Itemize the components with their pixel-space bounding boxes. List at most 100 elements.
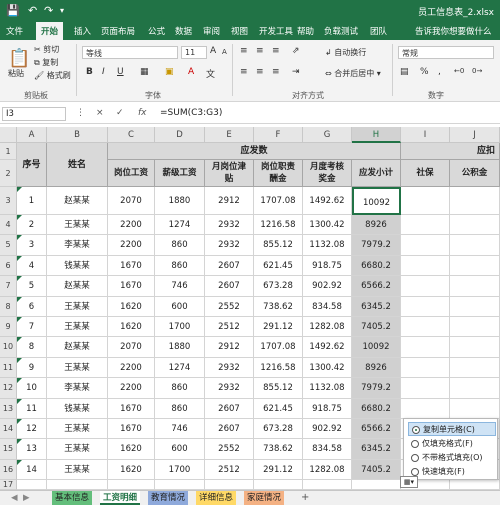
copy-cells-option[interactable]: 复制单元格(C) (408, 422, 496, 436)
data-cell[interactable] (401, 255, 450, 277)
row-header[interactable]: 11 (0, 357, 17, 379)
cancel-icon[interactable]: × (96, 108, 104, 118)
underline-button[interactable]: U (117, 67, 124, 77)
font-color-icon[interactable]: A (188, 67, 194, 77)
italic-button[interactable]: I (102, 67, 105, 77)
align-right-icon[interactable]: ≡ (272, 67, 280, 77)
column-header-e[interactable]: E (205, 127, 254, 143)
data-cell[interactable]: 2512 (205, 459, 254, 481)
data-cell[interactable]: 746 (155, 419, 205, 440)
bottom-align-icon[interactable]: ≡ (272, 46, 280, 56)
data-cell[interactable] (401, 215, 450, 236)
data-cell[interactable]: 1670 (108, 398, 155, 419)
data-cell[interactable]: 291.12 (254, 317, 303, 338)
increase-decimal-icon[interactable]: ←0 (454, 67, 464, 75)
data-cell[interactable]: 860 (155, 235, 205, 256)
row-header[interactable]: 4 (0, 215, 17, 236)
row-header[interactable]: 1 (0, 143, 17, 160)
data-cell[interactable]: 1707.08 (254, 337, 303, 358)
row-header[interactable]: 13 (0, 398, 17, 419)
formula-input[interactable]: =SUM(C3:G3) (160, 108, 222, 118)
data-cell[interactable]: 2552 (205, 439, 254, 460)
tab-page-layout[interactable]: 页面布局 (101, 25, 135, 37)
enter-icon[interactable]: ✓ (116, 108, 124, 118)
data-cell[interactable]: 2070 (108, 187, 155, 215)
data-cell[interactable]: 1670 (108, 419, 155, 440)
subtotal-cell[interactable]: 8926 (352, 357, 401, 379)
data-cell[interactable]: 621.45 (254, 255, 303, 277)
data-cell[interactable]: 赵某某 (47, 187, 108, 215)
subtotal-cell[interactable]: 6680.2 (352, 398, 401, 419)
data-cell[interactable]: 王某某 (47, 419, 108, 440)
row-header[interactable]: 14 (0, 419, 17, 440)
data-cell[interactable]: 1282.08 (303, 317, 352, 338)
data-cell[interactable]: 1300.42 (303, 357, 352, 379)
data-cell[interactable]: 2607 (205, 255, 254, 277)
data-cell[interactable] (401, 296, 450, 317)
data-cell[interactable]: 1620 (108, 296, 155, 317)
column-header-f[interactable]: F (254, 127, 303, 143)
subtotal-cell[interactable]: 6566.2 (352, 276, 401, 297)
data-cell[interactable]: 1132.08 (303, 378, 352, 399)
empty-cell[interactable] (108, 480, 155, 490)
data-cell[interactable] (450, 255, 500, 277)
data-cell[interactable]: 738.62 (254, 439, 303, 460)
subtotal-cell[interactable]: 6566.2 (352, 419, 401, 440)
sheet-tab-details[interactable]: 详细信息 (196, 491, 237, 505)
data-cell[interactable]: 2912 (205, 187, 254, 215)
data-cell[interactable] (450, 398, 500, 419)
font-size-dropdown[interactable]: 11 (181, 46, 207, 59)
data-cell[interactable] (450, 317, 500, 338)
empty-cell[interactable] (303, 480, 352, 490)
data-cell[interactable] (401, 337, 450, 358)
sheet-tab-salary[interactable]: 工资明细 (100, 491, 141, 505)
row-header[interactable]: 7 (0, 276, 17, 297)
tab-help[interactable]: 帮助 (297, 25, 314, 37)
tab-view[interactable]: 视图 (231, 25, 248, 37)
subtotal-cell[interactable]: 7979.2 (352, 378, 401, 399)
data-cell[interactable]: 600 (155, 296, 205, 317)
column-header-i[interactable]: I (401, 127, 450, 143)
data-cell[interactable] (450, 378, 500, 399)
column-header-j[interactable]: J (450, 127, 500, 143)
sheet-tab-education[interactable]: 教育情况 (148, 491, 189, 505)
subtotal-cell[interactable]: 6345.2 (352, 296, 401, 317)
data-cell[interactable]: 2200 (108, 215, 155, 236)
data-cell[interactable]: 李某某 (47, 378, 108, 399)
middle-align-icon[interactable]: ≡ (256, 46, 264, 56)
format-painter-button[interactable]: 🖌 格式刷 (34, 70, 71, 81)
grow-font-button[interactable]: A (210, 46, 216, 56)
paste-icon[interactable]: 📋 (8, 48, 30, 69)
row-header[interactable]: 10 (0, 337, 17, 358)
prev-sheet-icon[interactable]: ◀ (8, 491, 21, 505)
tab-developer[interactable]: 开发工具 (259, 25, 293, 37)
data-cell[interactable]: 王某某 (47, 439, 108, 460)
tab-insert[interactable]: 插入 (74, 25, 91, 37)
fill-formatting-only-option[interactable]: 仅填充格式(F) (408, 437, 496, 451)
tab-home[interactable]: 开始 (36, 22, 64, 40)
data-cell[interactable]: 621.45 (254, 398, 303, 419)
shrink-font-button[interactable]: A (222, 48, 227, 56)
redo-icon[interactable]: ↷ (44, 4, 53, 17)
data-cell[interactable]: 1880 (155, 337, 205, 358)
data-cell[interactable]: 王某某 (47, 317, 108, 338)
data-cell[interactable]: 673.28 (254, 276, 303, 297)
data-cell[interactable]: 902.92 (303, 276, 352, 297)
percent-button[interactable]: % (420, 67, 429, 77)
row-header[interactable]: 12 (0, 378, 17, 399)
data-cell[interactable]: 1492.62 (303, 337, 352, 358)
row-header[interactable]: 6 (0, 255, 17, 277)
subtotal-cell[interactable]: 8926 (352, 215, 401, 236)
data-cell[interactable]: 2932 (205, 378, 254, 399)
data-cell[interactable] (450, 215, 500, 236)
data-cell[interactable]: 2932 (205, 235, 254, 256)
data-cell[interactable]: 855.12 (254, 235, 303, 256)
data-cell[interactable]: 1620 (108, 459, 155, 481)
column-header-c[interactable]: C (108, 127, 155, 143)
data-cell[interactable] (450, 357, 500, 379)
subtotal-cell[interactable]: 10092 (352, 187, 401, 215)
wrap-text-button[interactable]: ↲ 自动换行 (325, 47, 366, 58)
data-cell[interactable]: 1132.08 (303, 235, 352, 256)
data-cell[interactable]: 746 (155, 276, 205, 297)
fill-color-icon[interactable]: ▣ (165, 67, 174, 77)
